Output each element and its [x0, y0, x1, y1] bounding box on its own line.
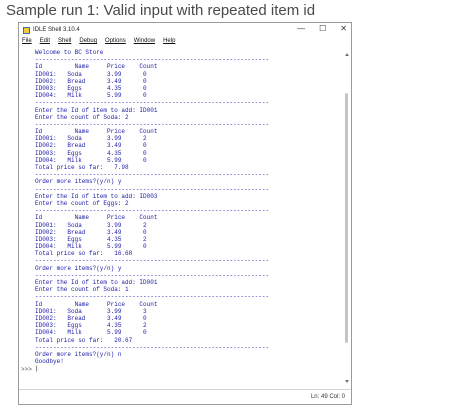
shell-line: Order more items?(y/n) n	[35, 350, 122, 358]
shell-line: Id Name Price Count	[35, 128, 158, 136]
shell-line: ID003: Eggs 4.35 2	[35, 235, 147, 243]
close-button[interactable]: ✕	[340, 24, 347, 33]
shell-line: Id Name Price Count	[35, 214, 158, 222]
caption-heading: Sample run 1: Valid input with repeated …	[6, 2, 316, 19]
shell-line: ID003: Eggs 4.35 0	[35, 84, 147, 92]
scroll-down-icon[interactable]	[345, 380, 349, 383]
shell-line: ID001: Soda 3.99 3	[35, 307, 147, 315]
shell-line: Id Name Price Count	[35, 63, 158, 71]
separator-line: ----------------------------------------…	[35, 343, 270, 351]
shell-line: ID001: Soda 3.99 2	[35, 221, 147, 229]
shell-line: Order more items?(y/n) y	[35, 264, 122, 272]
shell-line: ID002: Bread 3.49 0	[35, 314, 147, 322]
separator-line: ----------------------------------------…	[35, 120, 270, 128]
shell-line: ID003: Eggs 4.35 0	[35, 149, 147, 157]
separator-line: ----------------------------------------…	[35, 56, 270, 64]
shell-line: Enter the Id of item to add: ID001	[35, 279, 158, 286]
shell-line: ID004: Milk 5.99 0	[35, 329, 147, 337]
window-controls: — ☐ ✕	[297, 24, 347, 33]
shell-line: ID002: Bread 3.49 0	[35, 228, 147, 236]
shell-output[interactable]: >>> Welcome to BC Store -----------------…	[21, 49, 343, 384]
prompt-gutter: >>>	[21, 49, 33, 384]
scroll-up-icon[interactable]	[345, 53, 349, 56]
menu-file[interactable]: File	[22, 38, 32, 48]
status-bar: Ln: 49 Col: 0	[19, 389, 351, 404]
separator-line: ----------------------------------------…	[35, 271, 270, 279]
shell-line: Total price so far: 7.98	[35, 164, 129, 171]
shell-line: Total price so far: 16.68	[35, 250, 133, 258]
scrollbar-thumb[interactable]	[345, 93, 348, 343]
shell-line: Order more items?(y/n) y	[35, 178, 122, 186]
shell-line: Enter the count of Soda: 2	[35, 113, 129, 121]
idle-shell-window: IDLE Shell 3.10.4 — ☐ ✕ File Edit Shell …	[18, 22, 352, 405]
cursor-position: Ln: 49 Col: 0	[310, 394, 345, 400]
shell-line: ID002: Bread 3.49 0	[35, 142, 147, 150]
shell-line: Total price so far: 20.67	[35, 336, 133, 344]
shell-prompt: >>>	[21, 365, 32, 373]
shell-line: ID001: Soda 3.99 2	[35, 135, 147, 143]
menu-options[interactable]: Options	[105, 38, 126, 48]
shell-line: Goodbye!	[35, 358, 64, 366]
shell-line: Welcome to BC Store	[35, 49, 104, 56]
maximize-button[interactable]: ☐	[319, 24, 326, 33]
separator-line: ----------------------------------------…	[35, 207, 270, 215]
menu-shell[interactable]: Shell	[58, 38, 71, 48]
shell-line: |	[35, 365, 39, 373]
separator-line: ----------------------------------------…	[35, 185, 270, 193]
shell-line: ID003: Eggs 4.35 2	[35, 322, 147, 330]
menu-help[interactable]: Help	[163, 38, 175, 48]
shell-line: ID004: Milk 5.99 0	[35, 243, 147, 251]
shell-line: ID004: Milk 5.99 0	[35, 92, 147, 100]
shell-line: Enter the Id of item to add: ID001	[35, 106, 158, 114]
menu-window[interactable]: Window	[134, 38, 155, 48]
shell-lines: Welcome to BC Store ---------------------…	[35, 49, 343, 372]
menu-debug[interactable]: Debug	[79, 38, 97, 48]
shell-line: ID004: Milk 5.99 0	[35, 156, 147, 164]
separator-line: ----------------------------------------…	[35, 293, 270, 301]
window-title: IDLE Shell 3.10.4	[33, 27, 80, 33]
separator-line: ----------------------------------------…	[35, 171, 270, 179]
separator-line: ----------------------------------------…	[35, 257, 270, 265]
title-bar: IDLE Shell 3.10.4 — ☐ ✕	[19, 23, 351, 37]
shell-line: ID002: Bread 3.49 0	[35, 77, 147, 85]
vertical-scrollbar[interactable]	[344, 53, 349, 383]
menu-bar: File Edit Shell Debug Options Window Hel…	[19, 38, 354, 48]
minimize-button[interactable]: —	[297, 24, 305, 33]
shell-line: ID001: Soda 3.99 0	[35, 70, 147, 78]
shell-line: Enter the Id of item to add: ID003	[35, 192, 158, 200]
shell-line: Enter the count of Soda: 1	[35, 286, 129, 294]
shell-line: Id Name Price Count	[35, 300, 158, 308]
menu-edit[interactable]: Edit	[40, 38, 50, 48]
shell-line: Enter the count of Eggs: 2	[35, 199, 129, 207]
idle-app-icon	[23, 26, 30, 34]
separator-line: ----------------------------------------…	[35, 99, 270, 107]
